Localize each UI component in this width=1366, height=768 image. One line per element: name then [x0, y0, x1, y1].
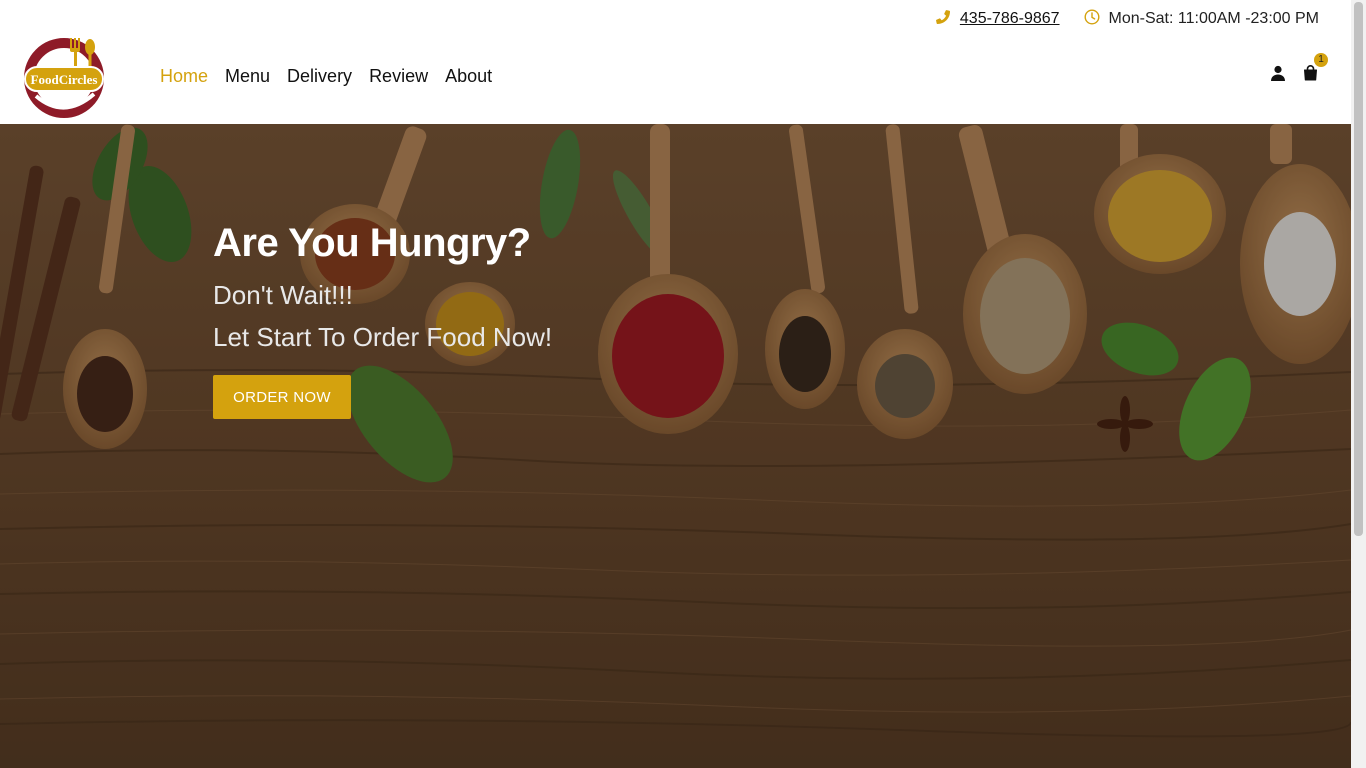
hero-title: Are You Hungry? — [213, 221, 531, 265]
nav-about[interactable]: About — [445, 62, 492, 90]
page: 435-786-9867 Mon-Sat: 11:00AM -23:00 PM — [0, 0, 1351, 768]
shopping-bag-icon — [1303, 64, 1318, 86]
user-icon — [1270, 65, 1286, 86]
hero-text: Are You Hungry? Don't Wait!!! Let Start … — [213, 220, 552, 358]
header-actions: 1 — [1269, 53, 1328, 88]
cart-button[interactable]: 1 — [1301, 53, 1328, 88]
opening-hours: Mon-Sat: 11:00AM -23:00 PM — [1084, 8, 1319, 30]
phone-contact: 435-786-9867 — [935, 9, 1060, 30]
hero-overlay — [0, 124, 1351, 768]
topbar: 435-786-9867 Mon-Sat: 11:00AM -23:00 PM — [935, 8, 1319, 30]
hours-text: Mon-Sat: 11:00AM -23:00 PM — [1108, 10, 1319, 27]
nav-delivery[interactable]: Delivery — [287, 62, 352, 90]
hero-subtitle: Don't Wait!!! Let Start To Order Food No… — [213, 274, 552, 358]
foodcircles-logo[interactable]: FoodCircles — [24, 36, 106, 118]
page-scrollbar[interactable] — [1351, 0, 1366, 768]
account-button[interactable] — [1269, 62, 1287, 88]
phone-link[interactable]: 435-786-9867 — [960, 10, 1060, 28]
nav-home[interactable]: Home — [160, 62, 208, 90]
cart-count-badge: 1 — [1314, 53, 1328, 67]
nav-review[interactable]: Review — [369, 62, 428, 90]
nav-menu[interactable]: Menu — [225, 62, 270, 90]
site-header: 435-786-9867 Mon-Sat: 11:00AM -23:00 PM — [0, 0, 1351, 124]
scrollbar-thumb[interactable] — [1354, 2, 1363, 536]
phone-icon — [935, 9, 951, 30]
hero-subtitle-line2: Let Start To Order Food Now! — [213, 322, 553, 352]
clock-icon — [1084, 8, 1100, 30]
order-now-button[interactable]: ORDER NOW — [213, 375, 351, 419]
logo-wordmark: FoodCircles — [31, 72, 98, 87]
hero-subtitle-line1: Don't Wait!!! — [213, 280, 353, 310]
hero-section: Are You Hungry? Don't Wait!!! Let Start … — [0, 124, 1351, 768]
main-nav: Home Menu Delivery Review About — [160, 62, 492, 90]
